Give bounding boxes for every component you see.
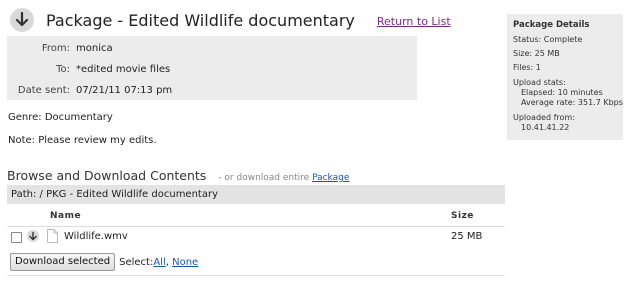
details-title: Package Details <box>513 20 590 30</box>
package-details-panel: Package Details Status: Complete Size: 2… <box>507 14 623 140</box>
row-checkbox[interactable] <box>11 232 22 243</box>
return-to-list-link[interactable]: Return to List <box>377 15 451 28</box>
details-upload-stats-label: Upload stats: <box>513 78 566 87</box>
path-bar: Path: / PKG - Edited Wildlife documentar… <box>7 185 505 204</box>
details-elapsed: Elapsed: 10 minutes <box>521 88 603 97</box>
download-arrow-icon[interactable] <box>27 230 39 242</box>
download-selected-button[interactable]: Download selected <box>10 253 116 271</box>
from-label: From: <box>41 43 70 54</box>
action-bar: Download selected Select: All, None <box>10 253 198 271</box>
to-value: *edited movie files <box>76 64 171 75</box>
browse-sub-prefix: - or download entire <box>218 173 310 183</box>
file-name[interactable]: Wildlife.wmv <box>64 231 128 242</box>
select-label: Select: <box>119 256 154 268</box>
note-text: Note: Please review my edits. <box>8 135 157 146</box>
to-label: To: <box>56 64 70 75</box>
column-header-name[interactable]: Name <box>50 211 81 221</box>
details-ip-address: 10.41.41.22 <box>521 123 570 132</box>
to-row: To: *edited movie files <box>7 64 170 75</box>
package-meta: From: monica To: *edited movie files Dat… <box>7 36 417 100</box>
title-row: Package - Edited Wildlife documentary Re… <box>10 8 451 32</box>
from-value: monica <box>76 43 113 54</box>
date-label: Date sent: <box>17 85 70 96</box>
genre-text: Genre: Documentary <box>8 112 113 123</box>
date-value: 07/21/11 07:13 pm <box>76 85 173 96</box>
file-size: 25 MB <box>451 231 483 242</box>
download-arrow-icon <box>10 8 34 32</box>
details-size: Size: 25 MB <box>513 49 560 58</box>
date-row: Date sent: 07/21/11 07:13 pm <box>7 85 172 96</box>
browse-heading: Browse and Download Contents - or downlo… <box>7 168 349 183</box>
table-row: Wildlife.wmv 25 MB <box>7 229 505 247</box>
browse-subtitle: - or download entire Package <box>218 173 349 183</box>
details-files: Files: 1 <box>513 63 541 72</box>
document-icon <box>47 229 58 246</box>
details-uploaded-from-label: Uploaded from: <box>513 113 575 122</box>
path-text: Path: / PKG - Edited Wildlife documentar… <box>11 189 219 200</box>
details-status: Status: Complete <box>513 35 583 44</box>
download-package-link[interactable]: Package <box>312 173 349 183</box>
divider <box>7 275 505 276</box>
page-title: Package - Edited Wildlife documentary <box>46 10 355 30</box>
table-header: Name Size <box>7 206 505 227</box>
browse-title: Browse and Download Contents <box>7 168 207 183</box>
column-header-size[interactable]: Size <box>451 211 474 221</box>
from-row: From: monica <box>7 43 113 54</box>
details-average-rate: Average rate: 351.7 Kbps <box>521 98 623 107</box>
select-all-link[interactable]: All <box>153 257 165 268</box>
select-none-link[interactable]: None <box>172 257 198 268</box>
